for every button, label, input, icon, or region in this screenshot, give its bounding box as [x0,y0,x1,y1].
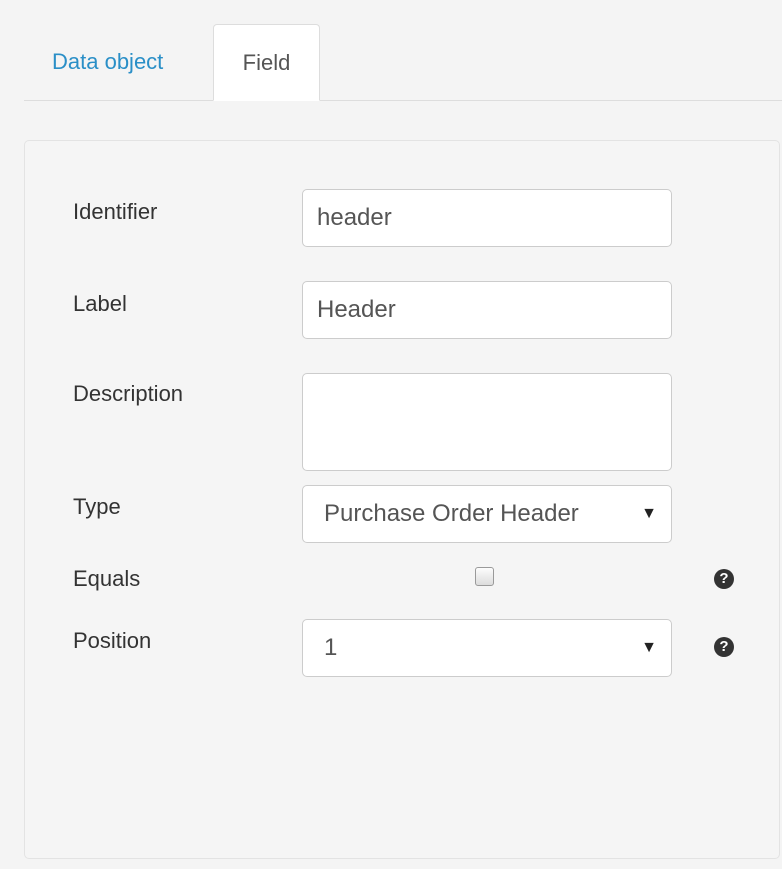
equals-help-icon[interactable]: ? [714,569,734,589]
type-select[interactable]: Purchase Order Header ▼ [302,485,672,543]
label-label: Label [73,291,127,316]
tab-bar: Data object Field [24,24,782,101]
identifier-input[interactable]: header [302,189,672,247]
position-select-value: 1 [324,634,338,661]
identifier-label: Identifier [73,199,158,224]
equals-checkbox[interactable] [475,567,494,586]
chevron-down-icon: ▼ [641,505,657,522]
type-select-value: Purchase Order Header [324,500,579,527]
description-textarea[interactable] [302,373,672,471]
position-label: Position [73,628,152,653]
type-label: Type [73,494,121,519]
position-select[interactable]: 1 ▼ [302,619,672,677]
tab-field[interactable]: Field [213,24,320,101]
chevron-down-icon: ▼ [641,639,657,656]
label-input[interactable]: Header [302,281,672,339]
position-help-icon[interactable]: ? [714,637,734,657]
equals-label: Equals [73,566,141,591]
description-label: Description [73,381,184,406]
field-form-panel: Identifier header Label Header Descripti… [24,140,780,859]
page: Data object Field Identifier header Labe… [0,0,782,869]
tab-data-object[interactable]: Data object [24,24,212,99]
